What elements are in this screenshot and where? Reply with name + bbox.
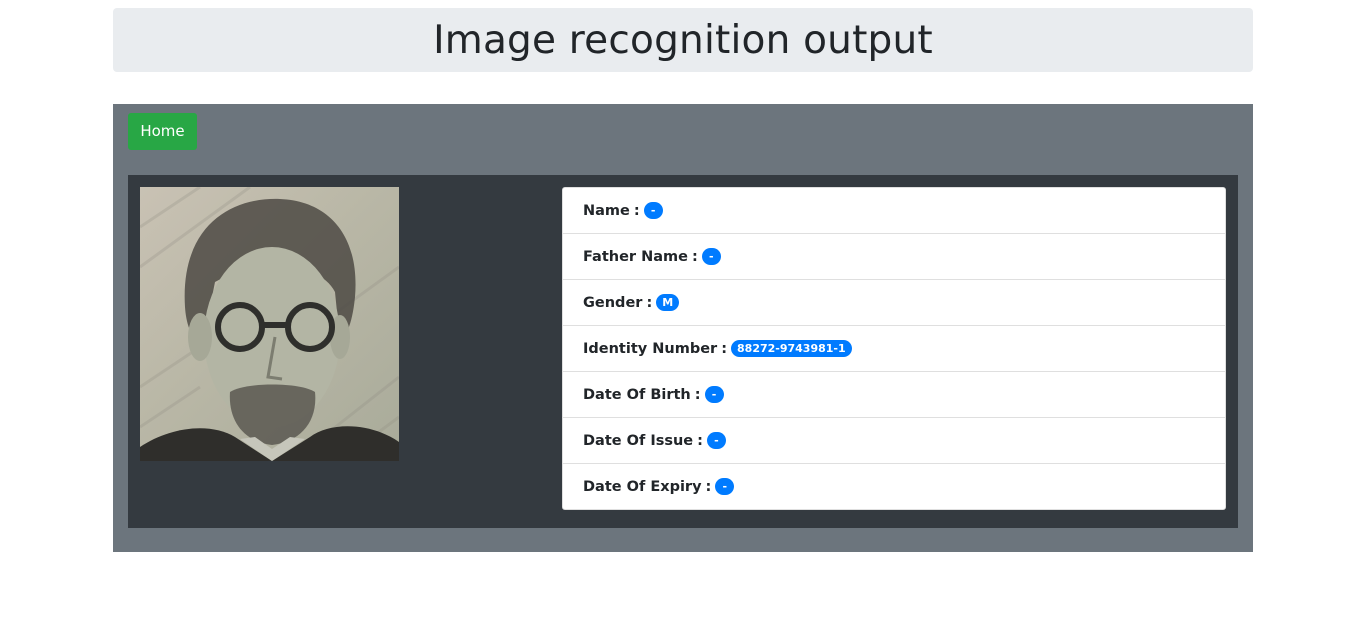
detail-separator: : <box>697 432 703 449</box>
detail-label: Date Of Birth <box>583 386 691 403</box>
home-button[interactable]: Home <box>128 113 197 150</box>
detail-row-name: Name : - <box>562 187 1226 234</box>
detail-value-badge: - <box>715 478 735 495</box>
detail-row-gender: Gender : M <box>562 279 1226 326</box>
detail-row-date-of-birth: Date Of Birth : - <box>562 371 1226 418</box>
page-title: Image recognition output <box>433 17 933 63</box>
detail-label: Date Of Issue <box>583 432 694 449</box>
detail-value-badge: - <box>701 248 721 265</box>
detail-separator: : <box>721 340 728 357</box>
detail-row-date-of-issue: Date Of Issue : - <box>562 417 1226 464</box>
details-list: Name : - Father Name : - Gender : M Iden… <box>562 187 1226 510</box>
detail-value-badge: 88272-9743981-1 <box>731 340 852 357</box>
detail-value-badge: - <box>706 432 726 449</box>
header-banner: Image recognition output <box>113 8 1253 72</box>
result-panel: Home Name: - Father Name: - Gender: M… <box>113 104 1253 552</box>
detail-label: Date Of Expiry <box>583 478 702 495</box>
detail-label: Father Name <box>583 248 688 265</box>
detail-label: Identity Number <box>583 340 718 357</box>
detail-separator: : <box>646 294 653 311</box>
detail-value-badge: - <box>704 386 724 403</box>
detail-row-date-of-expiry: Date Of Expiry : - <box>562 463 1226 510</box>
result-card: Name : - Father Name : - Gender : M Iden… <box>128 175 1238 528</box>
detail-separator: : <box>633 202 640 219</box>
detail-label: Name <box>583 202 630 219</box>
detail-separator: : <box>694 386 701 403</box>
face-photo <box>140 187 399 461</box>
detail-label: Gender <box>583 294 643 311</box>
detail-value-badge: - <box>643 202 663 219</box>
detail-separator: : <box>705 478 712 495</box>
detail-row-father-name: Father Name : - <box>562 233 1226 280</box>
detail-value-badge: M <box>656 294 680 311</box>
page-container: Image recognition output Home Name: - F… <box>113 8 1253 552</box>
detail-separator: : <box>692 248 698 265</box>
detail-row-identity-number: Identity Number : 88272-9743981-1 <box>562 325 1226 372</box>
